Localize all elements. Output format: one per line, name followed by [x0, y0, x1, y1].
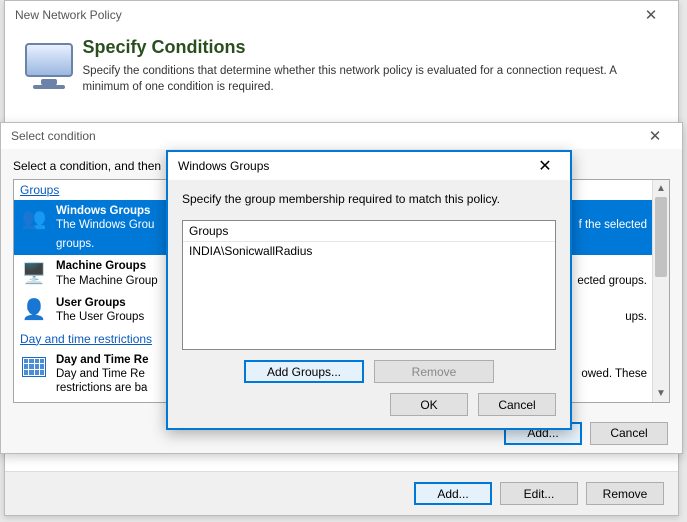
- windows-groups-dialog: Windows Groups ✕ Specify the group membe…: [166, 150, 572, 430]
- windows-groups-titlebar[interactable]: Windows Groups ✕: [168, 152, 570, 180]
- condition-desc-right: ups.: [625, 311, 647, 323]
- edit-button[interactable]: Edit...: [500, 482, 578, 505]
- cancel-button[interactable]: Cancel: [590, 422, 668, 445]
- wizard-title: New Network Policy: [15, 8, 122, 22]
- close-icon[interactable]: ✕: [634, 126, 676, 146]
- wizard-header: Specify Conditions Specify the condition…: [5, 29, 678, 111]
- windows-groups-instruction: Specify the group membership required to…: [182, 192, 556, 206]
- condition-desc-right: ected groups.: [577, 275, 647, 287]
- select-condition-title: Select condition: [11, 129, 96, 143]
- wizard-description: Specify the conditions that determine wh…: [83, 64, 664, 95]
- condition-desc-left2: restrictions are ba: [56, 382, 147, 394]
- scroll-down-icon[interactable]: ▼: [653, 385, 669, 402]
- close-icon[interactable]: ✕: [524, 154, 566, 178]
- remove-button[interactable]: Remove: [374, 360, 494, 383]
- scroll-thumb[interactable]: [655, 197, 667, 277]
- condition-desc-left: The Machine Group: [56, 275, 158, 287]
- select-condition-titlebar[interactable]: Select condition ✕: [1, 123, 682, 149]
- condition-title: Windows Groups: [56, 205, 150, 217]
- condition-title: Machine Groups: [56, 260, 146, 272]
- list-item[interactable]: INDIA\SonicwallRadius: [183, 242, 555, 260]
- user-group-icon: 👤: [20, 296, 48, 324]
- windows-groups-title: Windows Groups: [178, 159, 269, 173]
- wizard-heading: Specify Conditions: [83, 37, 664, 58]
- wizard-titlebar[interactable]: New Network Policy ✕: [5, 1, 678, 29]
- groups-list-header: Groups: [183, 221, 555, 242]
- add-button[interactable]: Add...: [414, 482, 492, 505]
- cancel-button[interactable]: Cancel: [478, 393, 556, 416]
- remove-button[interactable]: Remove: [586, 482, 664, 505]
- monitor-icon: [19, 37, 69, 91]
- wizard-footer: Add... Edit... Remove: [5, 471, 678, 515]
- users-icon: 👥: [20, 204, 48, 232]
- scroll-up-icon[interactable]: ▲: [653, 180, 669, 197]
- calendar-icon: [20, 353, 48, 381]
- close-icon[interactable]: ✕: [630, 5, 672, 25]
- condition-desc-right: owed. These: [581, 368, 647, 380]
- groups-listbox[interactable]: Groups INDIA\SonicwallRadius: [182, 220, 556, 350]
- condition-desc-left: The User Groups: [56, 311, 144, 323]
- add-groups-button[interactable]: Add Groups...: [244, 360, 364, 383]
- condition-desc-left: Day and Time Re: [56, 368, 145, 380]
- condition-desc-right: f the selected: [579, 219, 647, 231]
- ok-button[interactable]: OK: [390, 393, 468, 416]
- condition-desc-left: The Windows Grou: [56, 219, 154, 231]
- scrollbar[interactable]: ▲ ▼: [652, 180, 669, 402]
- condition-title: User Groups: [56, 297, 126, 309]
- computer-icon: 🖥️: [20, 259, 48, 287]
- condition-title: Day and Time Re: [56, 354, 148, 366]
